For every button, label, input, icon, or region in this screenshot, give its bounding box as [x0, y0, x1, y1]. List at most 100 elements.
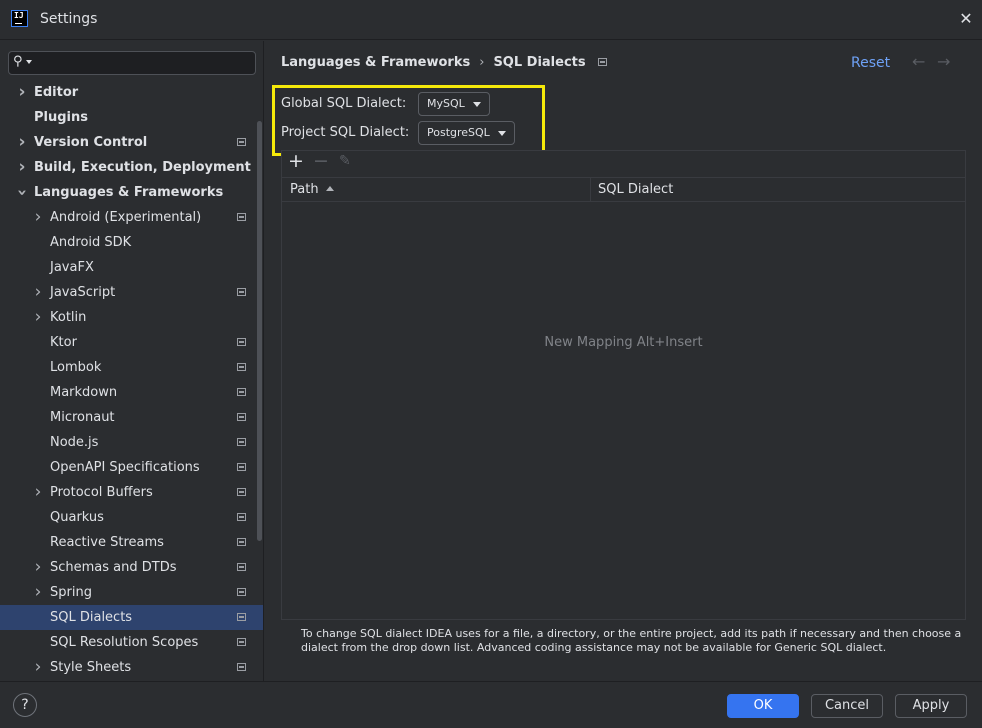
- sidebar-item-android-sdk[interactable]: Android SDK: [0, 230, 263, 255]
- sidebar-item-openapi-specifications[interactable]: OpenAPI Specifications: [0, 455, 263, 480]
- sidebar-item-sql-dialects[interactable]: SQL Dialects: [0, 605, 263, 630]
- window-title: Settings: [40, 11, 98, 27]
- project-level-icon: [237, 638, 246, 646]
- project-level-icon: [237, 563, 246, 571]
- sidebar-item-label: Plugins: [34, 110, 88, 125]
- sidebar-item-javascript[interactable]: JavaScript: [0, 280, 263, 306]
- sidebar-item-label: Micronaut: [50, 410, 115, 425]
- sidebar-item-style-sheets[interactable]: Style Sheets: [0, 655, 263, 681]
- ok-button[interactable]: OK: [727, 694, 799, 718]
- dialog-footer: ? OK Cancel Apply: [0, 681, 982, 728]
- add-icon[interactable]: +: [288, 151, 304, 171]
- search-history-dropdown-icon[interactable]: [26, 60, 32, 64]
- sidebar-item-quarkus[interactable]: Quarkus: [0, 505, 263, 530]
- settings-sidebar: ⚲ Editor Plugins Version Control Build, Exe…: [0, 41, 264, 681]
- settings-search-input[interactable]: [35, 54, 251, 72]
- breadcrumb-item-sql-dialects: SQL Dialects: [493, 55, 586, 70]
- project-level-icon: [237, 138, 246, 146]
- project-level-icon: [237, 363, 246, 371]
- sidebar-item-label: Quarkus: [50, 510, 104, 525]
- sidebar-item-build-execution-deployment[interactable]: Build, Execution, Deployment: [0, 155, 263, 181]
- chevron-right-icon[interactable]: [16, 80, 28, 106]
- sidebar-item-label: Spring: [50, 585, 92, 600]
- sidebar-item-label: Ktor: [50, 335, 77, 350]
- chevron-right-icon[interactable]: [32, 205, 44, 231]
- reset-link[interactable]: Reset: [851, 55, 890, 71]
- main-panel: Languages & Frameworks › SQL Dialects Rese…: [265, 41, 982, 681]
- project-level-icon: [237, 538, 246, 546]
- sidebar-scrollbar[interactable]: [257, 121, 262, 541]
- chevron-right-icon[interactable]: [16, 155, 28, 181]
- project-level-icon: [597, 58, 607, 66]
- sidebar-item-label: OpenAPI Specifications: [50, 460, 200, 475]
- sidebar-item-protocol-buffers[interactable]: Protocol Buffers: [0, 480, 263, 506]
- sidebar-item-sql-resolution-scopes[interactable]: SQL Resolution Scopes: [0, 630, 263, 655]
- sidebar-item-label: Android SDK: [50, 235, 132, 250]
- chevron-right-icon[interactable]: [32, 580, 44, 606]
- table-empty-text: New Mapping Alt+Insert: [544, 335, 703, 350]
- forward-arrow-icon[interactable]: →: [937, 52, 950, 71]
- settings-search-box[interactable]: ⚲: [8, 51, 256, 75]
- help-note: To change SQL dialect IDEA uses for a fi…: [301, 627, 962, 654]
- global-sql-dialect-combo[interactable]: MySQL: [418, 92, 490, 116]
- sidebar-item-android-experimental[interactable]: Android (Experimental): [0, 205, 263, 231]
- dropdown-arrow-icon: [498, 131, 506, 136]
- chevron-right-icon[interactable]: [32, 280, 44, 306]
- chevron-right-icon[interactable]: [32, 655, 44, 681]
- sidebar-item-schemas-and-dtds[interactable]: Schemas and DTDs: [0, 555, 263, 581]
- project-level-icon: [237, 588, 246, 596]
- project-level-icon: [237, 213, 246, 221]
- column-divider[interactable]: [590, 178, 591, 202]
- global-sql-dialect-value: MySQL: [427, 97, 465, 110]
- chevron-right-icon[interactable]: [32, 480, 44, 506]
- remove-icon: −: [313, 150, 329, 172]
- column-header-sql-dialect[interactable]: SQL Dialect: [598, 182, 673, 197]
- breadcrumb-item-languages-frameworks[interactable]: Languages & Frameworks: [281, 55, 470, 70]
- title-bar: IJ Settings ✕: [0, 0, 982, 40]
- sidebar-item-label: Version Control: [34, 135, 148, 150]
- dropdown-arrow-icon: [473, 102, 481, 107]
- sidebar-item-label: Lombok: [50, 360, 102, 375]
- apply-button[interactable]: Apply: [895, 694, 967, 718]
- sidebar-item-label: Kotlin: [50, 310, 87, 325]
- project-sql-dialect-combo[interactable]: PostgreSQL: [418, 121, 515, 145]
- sidebar-item-micronaut[interactable]: Micronaut: [0, 405, 263, 430]
- sidebar-item-javafx[interactable]: JavaFX: [0, 255, 263, 280]
- project-level-icon: [237, 438, 246, 446]
- sidebar-item-label: Protocol Buffers: [50, 485, 153, 500]
- sidebar-item-label: JavaScript: [50, 285, 116, 300]
- help-icon[interactable]: ?: [13, 693, 37, 717]
- cancel-button[interactable]: Cancel: [811, 694, 883, 718]
- sidebar-item-plugins[interactable]: Plugins: [0, 105, 263, 130]
- sidebar-item-label: SQL Resolution Scopes: [50, 635, 199, 650]
- sidebar-item-reactive-streams[interactable]: Reactive Streams: [0, 530, 263, 555]
- back-arrow-icon[interactable]: ←: [912, 52, 925, 71]
- sidebar-item-node-js[interactable]: Node.js: [0, 430, 263, 455]
- chevron-right-icon[interactable]: [16, 130, 28, 156]
- sidebar-item-lombok[interactable]: Lombok: [0, 355, 263, 380]
- chevron-right-icon[interactable]: [32, 305, 44, 331]
- sidebar-item-editor[interactable]: Editor: [0, 80, 263, 106]
- sidebar-item-ktor[interactable]: Ktor: [0, 330, 263, 355]
- sidebar-item-label: Android (Experimental): [50, 210, 202, 225]
- sidebar-item-label: Schemas and DTDs: [50, 560, 177, 575]
- intellij-app-icon: IJ: [11, 10, 28, 27]
- sidebar-item-markdown[interactable]: Markdown: [0, 380, 263, 405]
- breadcrumb: Languages & Frameworks › SQL Dialects: [281, 55, 607, 70]
- sidebar-item-label: SQL Dialects: [50, 610, 133, 625]
- path-mapping-table[interactable]: Path SQL Dialect New Mapping Alt+Insert: [281, 150, 966, 620]
- sidebar-item-version-control[interactable]: Version Control: [0, 130, 263, 156]
- sidebar-item-kotlin[interactable]: Kotlin: [0, 305, 263, 331]
- project-level-icon: [237, 613, 246, 621]
- chevron-right-icon[interactable]: [32, 555, 44, 581]
- close-icon[interactable]: ✕: [955, 8, 977, 30]
- project-level-icon: [237, 513, 246, 521]
- sidebar-item-spring[interactable]: Spring: [0, 580, 263, 606]
- sidebar-item-languages-frameworks[interactable]: Languages & Frameworks: [0, 180, 263, 206]
- breadcrumb-separator: ›: [479, 55, 485, 70]
- project-level-icon: [237, 388, 246, 396]
- project-level-icon: [237, 663, 246, 671]
- column-header-path[interactable]: Path: [290, 182, 334, 197]
- project-level-icon: [237, 338, 246, 346]
- chevron-down-icon[interactable]: [16, 180, 28, 206]
